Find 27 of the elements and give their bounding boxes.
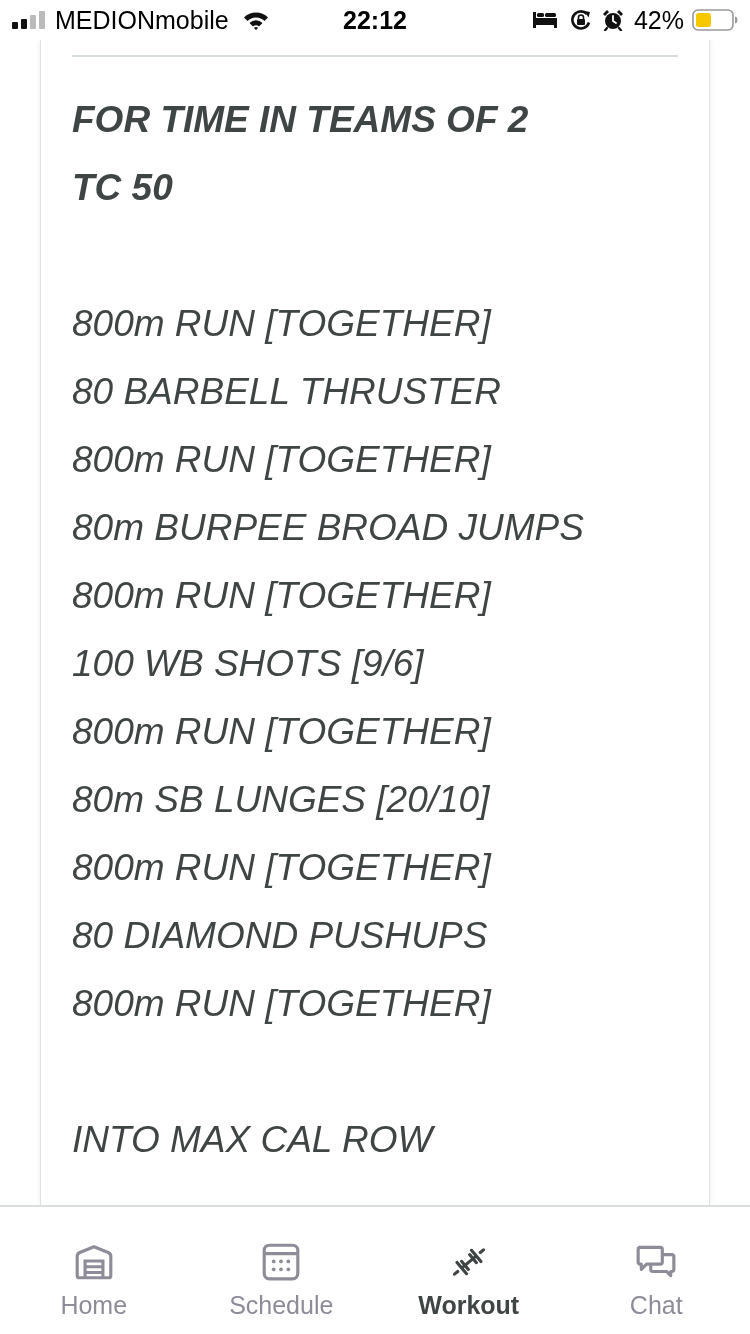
workout-line: 800m RUN [TOGETHER] bbox=[72, 574, 491, 618]
workout-line: 800m RUN [TOGETHER] bbox=[72, 438, 491, 482]
workout-line: 100 WB SHOTS [9/6] bbox=[72, 642, 424, 686]
workout-line: 800m RUN [TOGETHER] bbox=[72, 710, 491, 754]
carrier-name: MEDIONmobile bbox=[55, 5, 229, 35]
rotation-lock-icon bbox=[569, 9, 592, 31]
bed-icon bbox=[531, 12, 558, 28]
workout-line: 800m RUN [TOGETHER] bbox=[72, 982, 491, 1026]
alarm-icon bbox=[601, 9, 624, 31]
signal-icon bbox=[12, 11, 48, 29]
workout-line: 80 BARBELL THRUSTER bbox=[72, 370, 502, 414]
workout-line: 800m RUN [TOGETHER] bbox=[72, 302, 491, 346]
workout-heading: FOR TIME IN TEAMS OF 2 bbox=[72, 98, 529, 142]
tab-button[interactable]: Schedule bbox=[187, 1207, 375, 1334]
workout-line: INTO MAX CAL ROW bbox=[72, 1118, 433, 1162]
battery-icon bbox=[692, 9, 738, 31]
workout-line: 80m SB LUNGES [20/10] bbox=[72, 778, 490, 822]
workout-line: 800m RUN [TOGETHER] bbox=[72, 846, 491, 890]
tab-button[interactable]: Workout bbox=[375, 1207, 563, 1334]
workout-heading: TC 50 bbox=[72, 166, 173, 210]
clock-time: 22:12 bbox=[343, 5, 407, 35]
tab-button[interactable]: Chat bbox=[562, 1207, 750, 1334]
battery-percentage: 42% bbox=[633, 5, 684, 35]
workout-line: 80m BURPEE BROAD JUMPS bbox=[72, 506, 584, 550]
workout-line: 80 DIAMOND PUSHUPS bbox=[72, 914, 488, 958]
wifi-icon bbox=[242, 10, 269, 30]
tab-button[interactable]: Home bbox=[0, 1207, 188, 1334]
